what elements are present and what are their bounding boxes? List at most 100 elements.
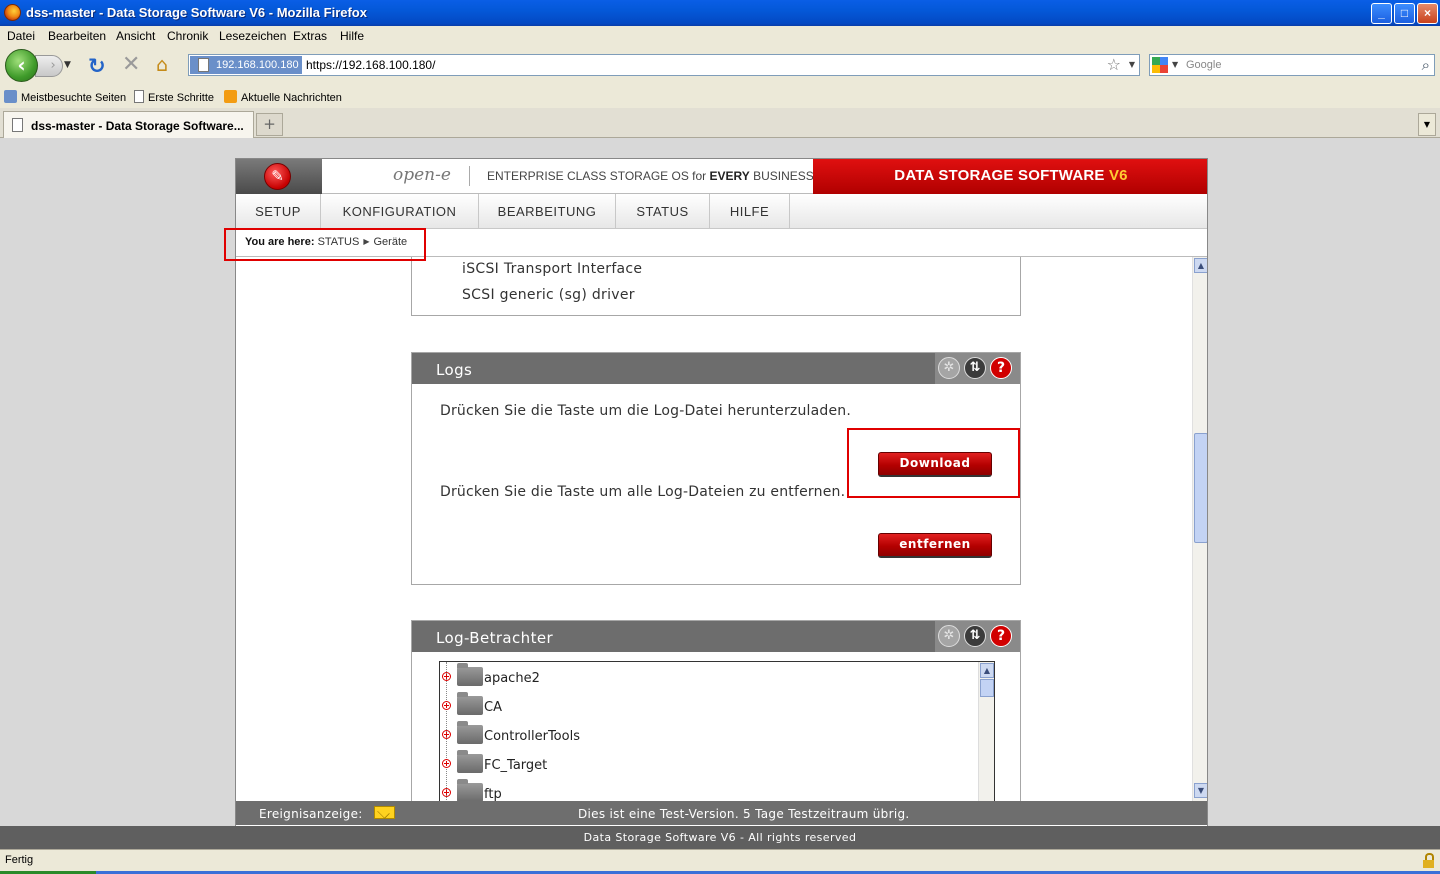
remove-logs-button[interactable]: entfernen <box>878 533 992 558</box>
nav-status[interactable]: STATUS <box>616 194 710 229</box>
history-dropdown-icon[interactable]: ▼ <box>64 60 71 70</box>
product-version: V6 <box>1108 167 1128 184</box>
dss-app-frame: ✎ open-e ENTERPRISE CLASS STORAGE OS for… <box>235 158 1208 848</box>
logs-box-title: Logs <box>436 361 473 379</box>
menu-extras[interactable]: Extras <box>293 29 327 43</box>
help-icon[interactable]: ? <box>990 625 1012 647</box>
search-icon[interactable]: ⌕ <box>1422 56 1430 74</box>
trial-notice: Dies ist eine Test-Version. 5 Tage Testz… <box>578 807 910 821</box>
brand-separator <box>469 166 470 186</box>
help-icon[interactable]: ? <box>990 357 1012 379</box>
search-engine-dropdown-icon[interactable]: ▼ <box>1172 60 1178 69</box>
bookmark-label: Meistbesuchte Seiten <box>21 92 127 104</box>
remove-description: Drücken Sie die Taste um alle Log-Dateie… <box>440 484 846 500</box>
log-folder-tree: apache2 CA ControllerTools FC_Target ftp… <box>439 661 995 801</box>
tab-dss-master[interactable]: dss-master - Data Storage Software... <box>3 111 254 138</box>
bookmark-meistbesuchte[interactable]: Meistbesuchte Seiten <box>4 90 126 104</box>
bookmark-label: Aktuelle Nachrichten <box>241 92 342 104</box>
mail-icon[interactable] <box>374 806 395 819</box>
event-bar: Ereignisanzeige: Dies ist eine Test-Vers… <box>236 801 1207 825</box>
folder-icon <box>4 90 17 103</box>
lock-icon[interactable] <box>1423 853 1434 868</box>
settings-icon[interactable]: ✲ <box>938 625 960 647</box>
settings-icon[interactable]: ✲ <box>938 357 960 379</box>
expand-icon[interactable] <box>442 730 451 739</box>
expand-icon[interactable] <box>442 672 451 681</box>
tree-item-ca[interactable]: CA <box>440 692 975 721</box>
logo-box[interactable]: ✎ <box>236 159 322 194</box>
scroll-thumb[interactable] <box>1194 433 1207 543</box>
url-text[interactable]: https://192.168.100.180/ <box>306 58 435 72</box>
menu-bar: Datei Bearbeiten Ansicht Chronik Lesezei… <box>0 26 1440 46</box>
menu-chronik[interactable]: Chronik <box>167 29 208 43</box>
expand-icon[interactable] <box>442 701 451 710</box>
tree-item-ftp[interactable]: ftp <box>440 779 975 801</box>
copyright-footer: Data Storage Software V6 - All rights re… <box>0 826 1440 849</box>
tree-item-fc-target[interactable]: FC_Target <box>440 750 975 779</box>
tagline-post: BUSINESS <box>749 169 814 183</box>
window-title: dss-master - Data Storage Software V6 - … <box>26 5 367 20</box>
browser-statusbar: Fertig <box>0 849 1440 874</box>
bookmark-aktuelle-nachrichten[interactable]: Aktuelle Nachrichten <box>224 90 342 104</box>
tab-label: dss-master - Data Storage Software... <box>31 119 244 133</box>
event-label: Ereignisanzeige: <box>259 807 363 821</box>
navigation-toolbar: › ‹ ▼ ↻ ✕ ⌂ 192.168.100.180 https://192.… <box>0 46 1440 86</box>
stop-icon[interactable]: ✕ <box>122 52 140 77</box>
drivers-box: iSCSI Transport Interface SCSI generic (… <box>411 257 1021 316</box>
page-icon <box>134 90 144 103</box>
driver-line: SCSI generic (sg) driver <box>462 287 635 303</box>
new-tab-button[interactable]: + <box>256 113 283 136</box>
menu-bearbeiten[interactable]: Bearbeiten <box>48 29 106 43</box>
tree-item-label: ControllerTools <box>484 729 580 744</box>
nav-setup[interactable]: SETUP <box>236 194 321 229</box>
tree-scroll-up-icon[interactable]: ▲ <box>980 663 994 678</box>
scroll-up-icon[interactable]: ▲ <box>1194 258 1207 273</box>
search-input[interactable]: Google <box>1186 59 1221 71</box>
product-name: DATA STORAGE SOFTWARE V6 <box>813 167 1207 184</box>
url-dropdown-icon[interactable]: ▼ <box>1129 60 1135 69</box>
tab-bar: dss-master - Data Storage Software... + … <box>0 108 1440 138</box>
expand-icon[interactable] <box>442 788 451 797</box>
tab-list-dropdown-icon[interactable]: ▼ <box>1418 113 1436 136</box>
bookmark-erste-schritte[interactable]: Erste Schritte <box>134 90 214 104</box>
tree-item-controllertools[interactable]: ControllerTools <box>440 721 975 750</box>
bookmark-star-icon[interactable]: ☆ <box>1107 55 1121 74</box>
tree-item-apache2[interactable]: apache2 <box>440 663 975 692</box>
site-identity-button[interactable]: 192.168.100.180 <box>190 56 302 74</box>
bookmarks-toolbar: Meistbesuchte Seiten Erste Schritte Aktu… <box>0 86 1440 108</box>
back-button[interactable]: ‹ <box>5 49 38 82</box>
log-viewer-icons: ✲ ⇅ ? <box>935 621 1020 652</box>
firefox-icon <box>4 4 21 21</box>
tree-scroll-thumb[interactable] <box>980 679 994 697</box>
forward-button[interactable]: › <box>35 55 63 77</box>
brand-logo: open-e <box>393 165 451 185</box>
menu-hilfe[interactable]: Hilfe <box>340 29 364 43</box>
content-scrollbar[interactable]: ▲ ▼ <box>1192 257 1207 801</box>
menu-datei[interactable]: Datei <box>7 29 35 43</box>
refresh-icon[interactable]: ⇅ <box>964 625 986 647</box>
reload-icon[interactable]: ↻ <box>88 54 106 78</box>
url-bar[interactable]: 192.168.100.180 https://192.168.100.180/… <box>188 54 1140 76</box>
home-icon[interactable]: ⌂ <box>156 54 168 76</box>
menu-ansicht[interactable]: Ansicht <box>116 29 155 43</box>
nav-hilfe[interactable]: HILFE <box>710 194 790 229</box>
log-viewer-header: Log-Betrachter ✲ ⇅ ? <box>412 621 1020 652</box>
tree-item-label: CA <box>484 700 502 715</box>
tree-item-label: ftp <box>484 787 502 801</box>
tagline-bold: EVERY <box>709 169 750 183</box>
google-icon[interactable] <box>1152 57 1168 73</box>
menu-lesezeichen[interactable]: Lesezeichen <box>219 29 286 43</box>
minimize-button[interactable]: _ <box>1371 3 1392 24</box>
expand-icon[interactable] <box>442 759 451 768</box>
maximize-button[interactable]: □ <box>1394 3 1415 24</box>
search-bar[interactable]: ▼ Google ⌕ <box>1149 54 1435 76</box>
refresh-icon[interactable]: ⇅ <box>964 357 986 379</box>
tree-scrollbar[interactable]: ▲ <box>978 662 994 801</box>
highlight-breadcrumb <box>224 228 426 261</box>
nav-bearbeitung[interactable]: BEARBEITUNG <box>479 194 616 229</box>
close-button[interactable]: × <box>1417 3 1438 24</box>
rss-icon <box>224 90 237 103</box>
content-area: iSCSI Transport Interface SCSI generic (… <box>236 257 1192 801</box>
scroll-down-icon[interactable]: ▼ <box>1194 783 1207 798</box>
nav-konfiguration[interactable]: KONFIGURATION <box>321 194 479 229</box>
